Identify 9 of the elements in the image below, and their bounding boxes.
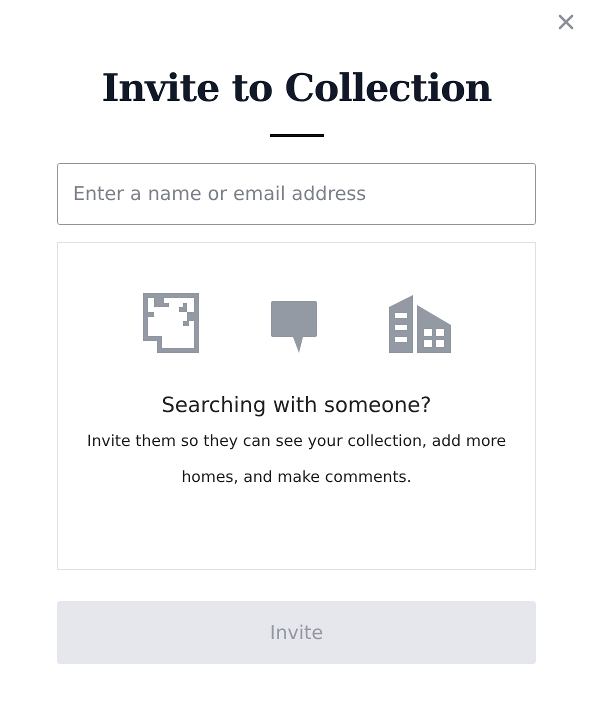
floor-plan-icon <box>142 293 198 353</box>
search-field[interactable]: Enter a name or email address <box>57 163 536 225</box>
info-heading: Searching with someone? <box>162 393 432 417</box>
dialog-title: Invite to Collection <box>100 64 492 112</box>
close-icon <box>558 14 574 30</box>
buildings-icon <box>388 295 450 353</box>
speech-bubble-icon <box>270 301 316 353</box>
info-text: Invite them so they can see your collection, add more homes, and make comments. <box>86 431 507 488</box>
close-button[interactable] <box>556 12 576 32</box>
